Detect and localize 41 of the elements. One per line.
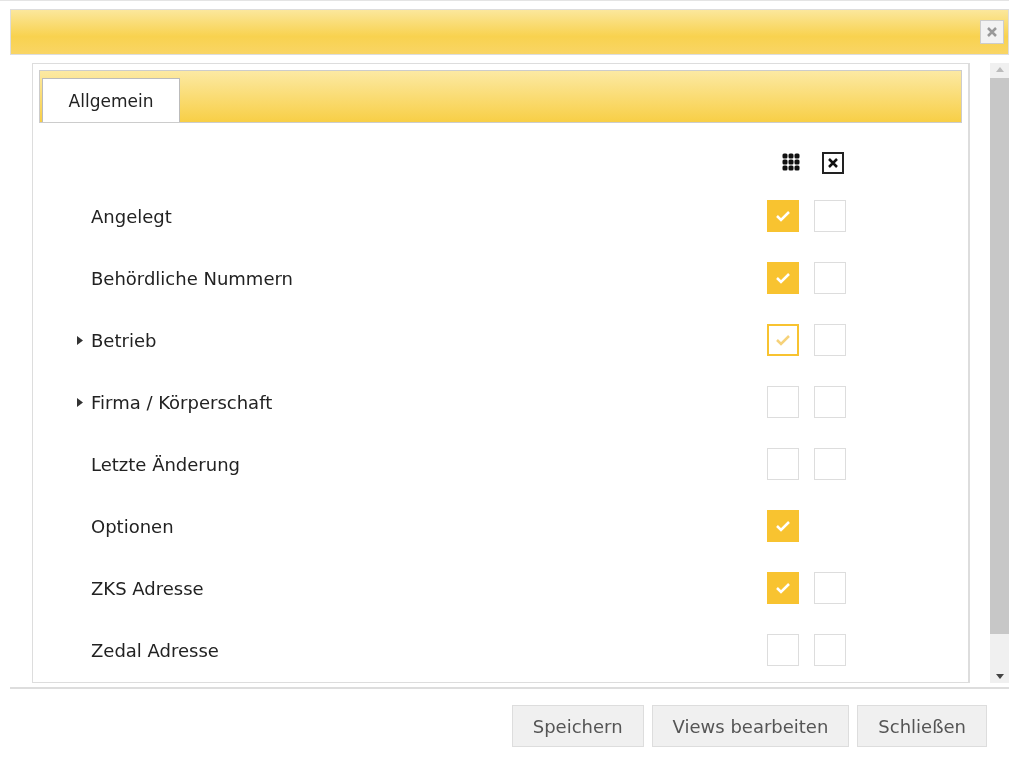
checkbox[interactable] xyxy=(767,386,799,418)
checkbox[interactable] xyxy=(814,634,846,666)
check-icon xyxy=(775,272,791,284)
scroll-down-icon[interactable] xyxy=(995,674,1004,679)
scrollbar[interactable] xyxy=(990,63,1009,683)
checkbox[interactable] xyxy=(814,572,846,604)
row-label: Angelegt xyxy=(91,205,173,227)
scroll-up-icon[interactable] xyxy=(995,67,1004,72)
tab[interactable]: Allgemein xyxy=(42,78,180,122)
row-label: Optionen xyxy=(91,515,175,537)
dialog-button[interactable]: Schließen xyxy=(857,705,987,747)
checkbox[interactable] xyxy=(767,324,799,356)
checkbox[interactable] xyxy=(814,200,846,232)
checkbox[interactable] xyxy=(767,572,799,604)
check-icon xyxy=(775,520,791,532)
checkbox[interactable] xyxy=(767,510,799,542)
dialog-button[interactable]: Views bearbeiten xyxy=(651,705,850,747)
grid-icon[interactable] xyxy=(782,153,802,173)
row-label: ZKS Adresse xyxy=(91,577,205,599)
checkbox[interactable] xyxy=(767,200,799,232)
check-icon xyxy=(775,582,791,594)
checkbox[interactable] xyxy=(814,448,846,480)
check-icon xyxy=(775,334,791,346)
checkbox[interactable] xyxy=(814,262,846,294)
checkbox[interactable] xyxy=(814,324,846,356)
checkbox[interactable] xyxy=(814,386,846,418)
checkbox[interactable] xyxy=(767,634,799,666)
row-label: Firma / Körperschaft xyxy=(91,391,274,413)
row-label: Behördliche Nummern xyxy=(91,267,294,289)
expand-arrow-icon[interactable] xyxy=(77,335,83,345)
dialog-button[interactable]: Speichern xyxy=(511,705,644,747)
expand-arrow-icon[interactable] xyxy=(77,397,83,407)
row-label: Zedal Adresse xyxy=(91,639,220,661)
row-label: Letzte Änderung xyxy=(91,453,241,475)
close-button[interactable] xyxy=(980,20,1004,44)
checkbox[interactable] xyxy=(767,262,799,294)
close-icon xyxy=(987,27,997,37)
check-icon xyxy=(775,210,791,222)
checkbox[interactable] xyxy=(767,448,799,480)
row-label: Betrieb xyxy=(91,329,158,351)
x-box-icon[interactable] xyxy=(822,152,844,174)
